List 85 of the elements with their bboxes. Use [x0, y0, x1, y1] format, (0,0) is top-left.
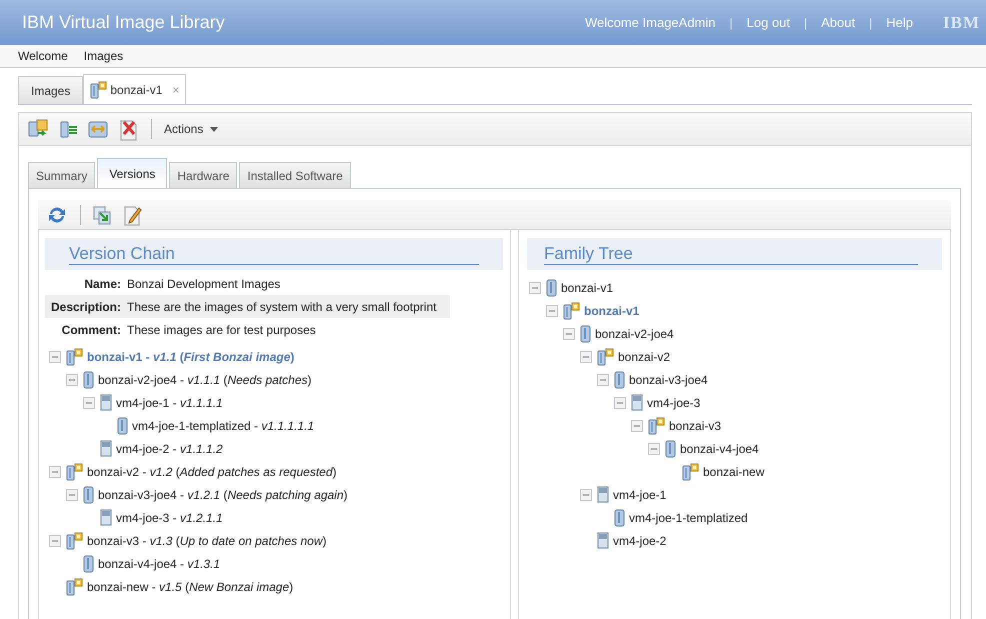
tree-node-label[interactable]: bonzai-new	[703, 462, 764, 480]
collapse-icon[interactable]	[563, 328, 575, 340]
tree-node-label[interactable]: vm4-joe-1-templatized	[629, 508, 748, 526]
tree-node-label[interactable]: vm4-joe-3	[647, 394, 700, 412]
image-stack-icon	[66, 462, 83, 480]
cylinder-icon	[665, 440, 676, 458]
server-icon	[100, 440, 112, 457]
tree-node-label[interactable]: bonzai-v3-joe4 - v1.2.1 (Needs patching again)	[98, 486, 348, 504]
collapse-icon[interactable]	[631, 420, 643, 432]
tree-node-label[interactable]: bonzai-v2 - v1.2 (Added patches as requested)	[87, 462, 337, 480]
document-tab[interactable]: Images	[18, 76, 84, 104]
tree-node-label[interactable]: bonzai-v2-joe4	[595, 324, 674, 342]
cylinder-icon	[580, 324, 591, 342]
welcome-text: Welcome ImageAdmin	[584, 14, 716, 32]
tree-node-label[interactable]: bonzai-v4-joe4	[680, 440, 759, 458]
tree-node-label[interactable]: vm4-joe-3 - v1.2.1.1	[116, 508, 223, 526]
cylinder-icon	[546, 278, 557, 296]
tree-node-label[interactable]: bonzai-v3-joe4	[629, 370, 708, 388]
section-title: Family Tree	[544, 244, 918, 265]
collapse-icon[interactable]	[597, 374, 609, 386]
collapse-icon[interactable]	[49, 466, 61, 478]
tree-node-label[interactable]: bonzai-v1 - v1.1 (First Bonzai image)	[87, 348, 294, 366]
collapse-icon[interactable]	[66, 374, 78, 386]
tree-node-label[interactable]: bonzai-v4-joe4 - v1.3.1	[98, 554, 220, 572]
cylinder-icon	[614, 508, 625, 526]
server-icon	[597, 532, 609, 549]
field-label: Comment:	[60, 322, 122, 338]
menu-item[interactable]: Images	[84, 47, 124, 65]
actions-menu[interactable]: Actions	[160, 120, 226, 138]
field-label: Name:	[83, 276, 122, 292]
cylinder-icon	[83, 554, 94, 572]
menu-item[interactable]: Welcome	[18, 47, 68, 65]
collapse-icon[interactable]	[546, 304, 558, 316]
field-value: These are the images of system with a very small footprint	[127, 298, 436, 316]
separator: |	[869, 14, 872, 32]
tree-node-label[interactable]: vm4-joe-2	[613, 532, 666, 550]
tree-node-label[interactable]: vm4-joe-1-templatized - v1.1.1.1.1	[132, 416, 314, 434]
document-tab[interactable]: bonzai-v1 ×	[83, 74, 186, 104]
collapse-icon[interactable]	[83, 396, 95, 408]
logo: IBM	[943, 12, 980, 34]
separator: |	[804, 14, 808, 32]
tab[interactable]: Summary	[28, 162, 96, 188]
image-stack-icon	[648, 416, 665, 434]
cylinder-icon	[117, 416, 128, 434]
collapse-icon[interactable]	[580, 488, 592, 500]
collapse-icon[interactable]	[529, 282, 541, 294]
server-icon	[597, 486, 609, 503]
tree-node-label[interactable]: vm4-joe-1 - v1.1.1.1	[116, 394, 223, 412]
server-icon	[631, 394, 643, 411]
image-stack-icon	[90, 80, 108, 98]
tree-node-label[interactable]: bonzai-v1	[584, 302, 640, 320]
tree-node-label[interactable]: vm4-joe-2 - v1.1.1.2	[116, 440, 223, 458]
tab[interactable]: Installed Software	[239, 162, 351, 188]
section-title: Version Chain	[69, 244, 479, 265]
cylinder-icon	[614, 370, 625, 388]
tree-node-label[interactable]: vm4-joe-1	[613, 486, 666, 504]
collapse-icon[interactable]	[49, 534, 61, 546]
separator: |	[730, 14, 733, 32]
image-stack-icon	[66, 532, 83, 550]
image-stack-icon	[66, 578, 83, 596]
server-icon	[100, 509, 112, 526]
image-stack-icon	[682, 462, 699, 480]
tree-node-label[interactable]: bonzai-v1	[561, 278, 614, 296]
cylinder-icon	[83, 370, 94, 388]
tree-node-label[interactable]: bonzai-v3 - v1.3 (Up to date on patches now)	[87, 532, 326, 550]
field-value: These images are for test purposes	[127, 322, 316, 338]
tab[interactable]: Hardware	[169, 162, 238, 188]
tab[interactable]: Versions	[97, 158, 168, 188]
field-value: Bonzai Development Images	[127, 276, 280, 292]
server-icon	[100, 394, 112, 411]
image-stack-icon	[597, 348, 614, 366]
image-stack-icon	[563, 302, 580, 320]
cylinder-icon	[83, 486, 94, 504]
tree-node-label[interactable]: bonzai-v2	[618, 348, 670, 366]
image-stack-icon	[66, 348, 83, 366]
tree-node-label[interactable]: bonzai-new - v1.5 (New Bonzai image)	[87, 578, 294, 596]
app-title: IBM Virtual Image Library	[22, 11, 225, 34]
collapse-icon[interactable]	[49, 350, 61, 362]
tree-node-label[interactable]: bonzai-v2-joe4 - v1.1.1 (Needs patches)	[98, 370, 312, 388]
collapse-icon[interactable]	[614, 396, 626, 408]
collapse-icon[interactable]	[580, 350, 592, 362]
tree-node-label[interactable]: bonzai-v3	[669, 416, 722, 434]
collapse-icon[interactable]	[66, 488, 78, 500]
collapse-icon[interactable]	[648, 442, 660, 454]
field-label: Description:	[50, 298, 122, 316]
